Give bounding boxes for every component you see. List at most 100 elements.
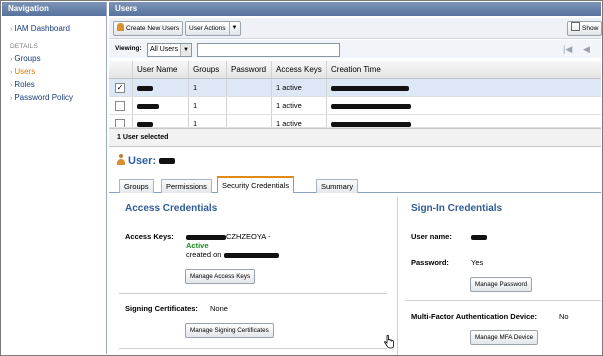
creation-time-cell	[327, 97, 602, 114]
nav-section-details: DETAILS	[10, 43, 39, 50]
filter-row: Viewing: All Users ▼ |◀ ◀	[109, 40, 601, 58]
navigation-header: Navigation	[2, 2, 106, 16]
section-divider	[405, 300, 601, 301]
selection-status: 1 User selected	[109, 128, 601, 147]
column-header-password[interactable]: Password	[227, 61, 272, 78]
create-new-users-label: Create New Users	[126, 25, 180, 32]
redaction-mark	[186, 234, 226, 240]
nav-groups-label: Groups	[14, 54, 41, 63]
creation-time-cell	[327, 115, 601, 127]
redaction-mark	[137, 121, 153, 127]
user-name-label: User name:	[411, 232, 452, 241]
column-divider	[397, 197, 398, 355]
chevron-right-icon: ›	[10, 26, 13, 33]
password-cell	[227, 79, 272, 96]
password-label: Password:	[411, 258, 449, 267]
manage-signing-certificates-button[interactable]: Manage Signing Certificates	[185, 323, 274, 338]
redaction-mark	[331, 85, 409, 91]
users-table-header: User Name Groups Password Access Keys Cr…	[109, 61, 601, 79]
row-checkbox[interactable]	[115, 101, 125, 111]
mfa-device-value: No	[559, 312, 569, 321]
user-icon	[117, 154, 125, 165]
access-keys-label: Access Keys:	[125, 232, 174, 241]
creation-time-cell	[327, 79, 602, 96]
redaction-mark	[223, 252, 279, 258]
redaction-mark	[137, 85, 153, 91]
groups-cell: 1	[189, 79, 227, 96]
redaction-mark	[137, 103, 159, 109]
row-checkbox[interactable]	[115, 119, 125, 127]
users-header: Users	[109, 2, 601, 16]
nav-groups[interactable]: › Groups	[2, 52, 106, 65]
row-select-cell	[109, 115, 133, 127]
row-checkbox[interactable]: ✓	[115, 83, 125, 93]
mfa-device-label: Multi-Factor Authentication Device:	[411, 312, 537, 321]
chevron-right-icon: ›	[10, 56, 13, 63]
created-on-label: created on	[186, 250, 222, 259]
table-icon	[571, 22, 580, 31]
section-divider	[119, 293, 387, 294]
tab-summary[interactable]: Summary	[316, 179, 359, 193]
row-select-cell: ✓	[109, 79, 133, 96]
access-keys-cell: 1 active	[272, 115, 327, 127]
access-key-created: created on	[186, 250, 279, 259]
groups-cell: 1	[189, 97, 227, 114]
redaction-mark	[471, 234, 487, 240]
nav-roles-label: Roles	[14, 80, 35, 89]
user-name-cell	[133, 115, 189, 127]
table-row[interactable]: 1 1 active	[109, 97, 601, 115]
user-detail-title: User:	[117, 154, 176, 167]
show-hide-button[interactable]: Show	[567, 21, 602, 36]
nav-roles[interactable]: › Roles	[2, 78, 106, 91]
viewing-label: Viewing:	[115, 45, 142, 52]
security-credentials-panel: Access Credentials Access Keys: CZHZEOYA…	[109, 193, 601, 355]
first-page-icon[interactable]: |◀	[563, 45, 572, 54]
chevron-right-icon: ›	[10, 69, 13, 76]
user-filter-value: All Users	[150, 46, 179, 53]
redaction-mark	[159, 158, 176, 165]
access-keys-cell: 1 active	[272, 79, 327, 96]
manage-password-button[interactable]: Manage Password	[470, 277, 533, 292]
nav-iam-dashboard[interactable]: › IAM Dashboard	[2, 22, 106, 35]
table-row[interactable]: 1 1 active	[109, 115, 601, 128]
user-name-cell	[133, 79, 189, 96]
access-key-status: Active	[186, 241, 209, 250]
chevron-down-icon: ▼	[180, 44, 191, 56]
navigation-sidebar: Navigation › IAM Dashboard DETAILS › Group…	[2, 2, 107, 354]
column-header-groups[interactable]: Groups	[189, 61, 227, 78]
access-key-value: CZHZEOYA -	[186, 232, 270, 241]
tab-permissions[interactable]: Permissions	[161, 179, 212, 193]
access-keys-cell: 1 active	[272, 97, 327, 114]
create-new-users-button[interactable]: Create New Users	[113, 21, 184, 36]
groups-cell: 1	[189, 115, 227, 127]
column-header-user-name[interactable]: User Name	[133, 61, 189, 78]
previous-page-icon[interactable]: ◀	[583, 45, 590, 54]
column-header-access-keys[interactable]: Access Keys	[272, 61, 327, 78]
nav-users[interactable]: › Users	[2, 65, 106, 78]
redaction-mark	[331, 103, 411, 109]
manage-mfa-device-button[interactable]: Manage MFA Device	[470, 330, 539, 345]
column-header-creation-time[interactable]: Creation Time	[327, 61, 602, 78]
create-user-icon	[117, 23, 124, 31]
signing-certificates-value: None	[210, 304, 228, 313]
tab-groups[interactable]: Groups	[119, 179, 154, 193]
manage-access-keys-button[interactable]: Manage Access Keys	[185, 269, 256, 284]
show-hide-label: Show	[582, 25, 599, 32]
tab-security-credentials[interactable]: Security Credentials	[217, 176, 295, 193]
user-actions-dropdown[interactable]: User Actions ▼	[185, 21, 241, 36]
users-panel: Users Create New Users User Actions ▼ Sh…	[109, 2, 602, 355]
user-actions-label: User Actions	[189, 25, 226, 32]
user-search-input[interactable]	[197, 43, 340, 57]
user-title-prefix: User:	[128, 155, 157, 167]
section-divider	[119, 348, 387, 349]
nav-password-policy[interactable]: › Password Policy	[2, 91, 106, 104]
table-row[interactable]: ✓ 1 1 active	[109, 79, 601, 97]
chevron-right-icon: ›	[10, 82, 13, 89]
nav-iam-dashboard-label: IAM Dashboard	[14, 24, 70, 33]
sign-in-credentials-heading: Sign-In Credentials	[411, 203, 503, 214]
user-name-cell	[133, 97, 189, 114]
hand-cursor-icon	[384, 335, 394, 349]
user-filter-select[interactable]: All Users ▼	[147, 43, 192, 57]
user-name-value	[471, 232, 487, 241]
password-cell	[227, 115, 272, 127]
